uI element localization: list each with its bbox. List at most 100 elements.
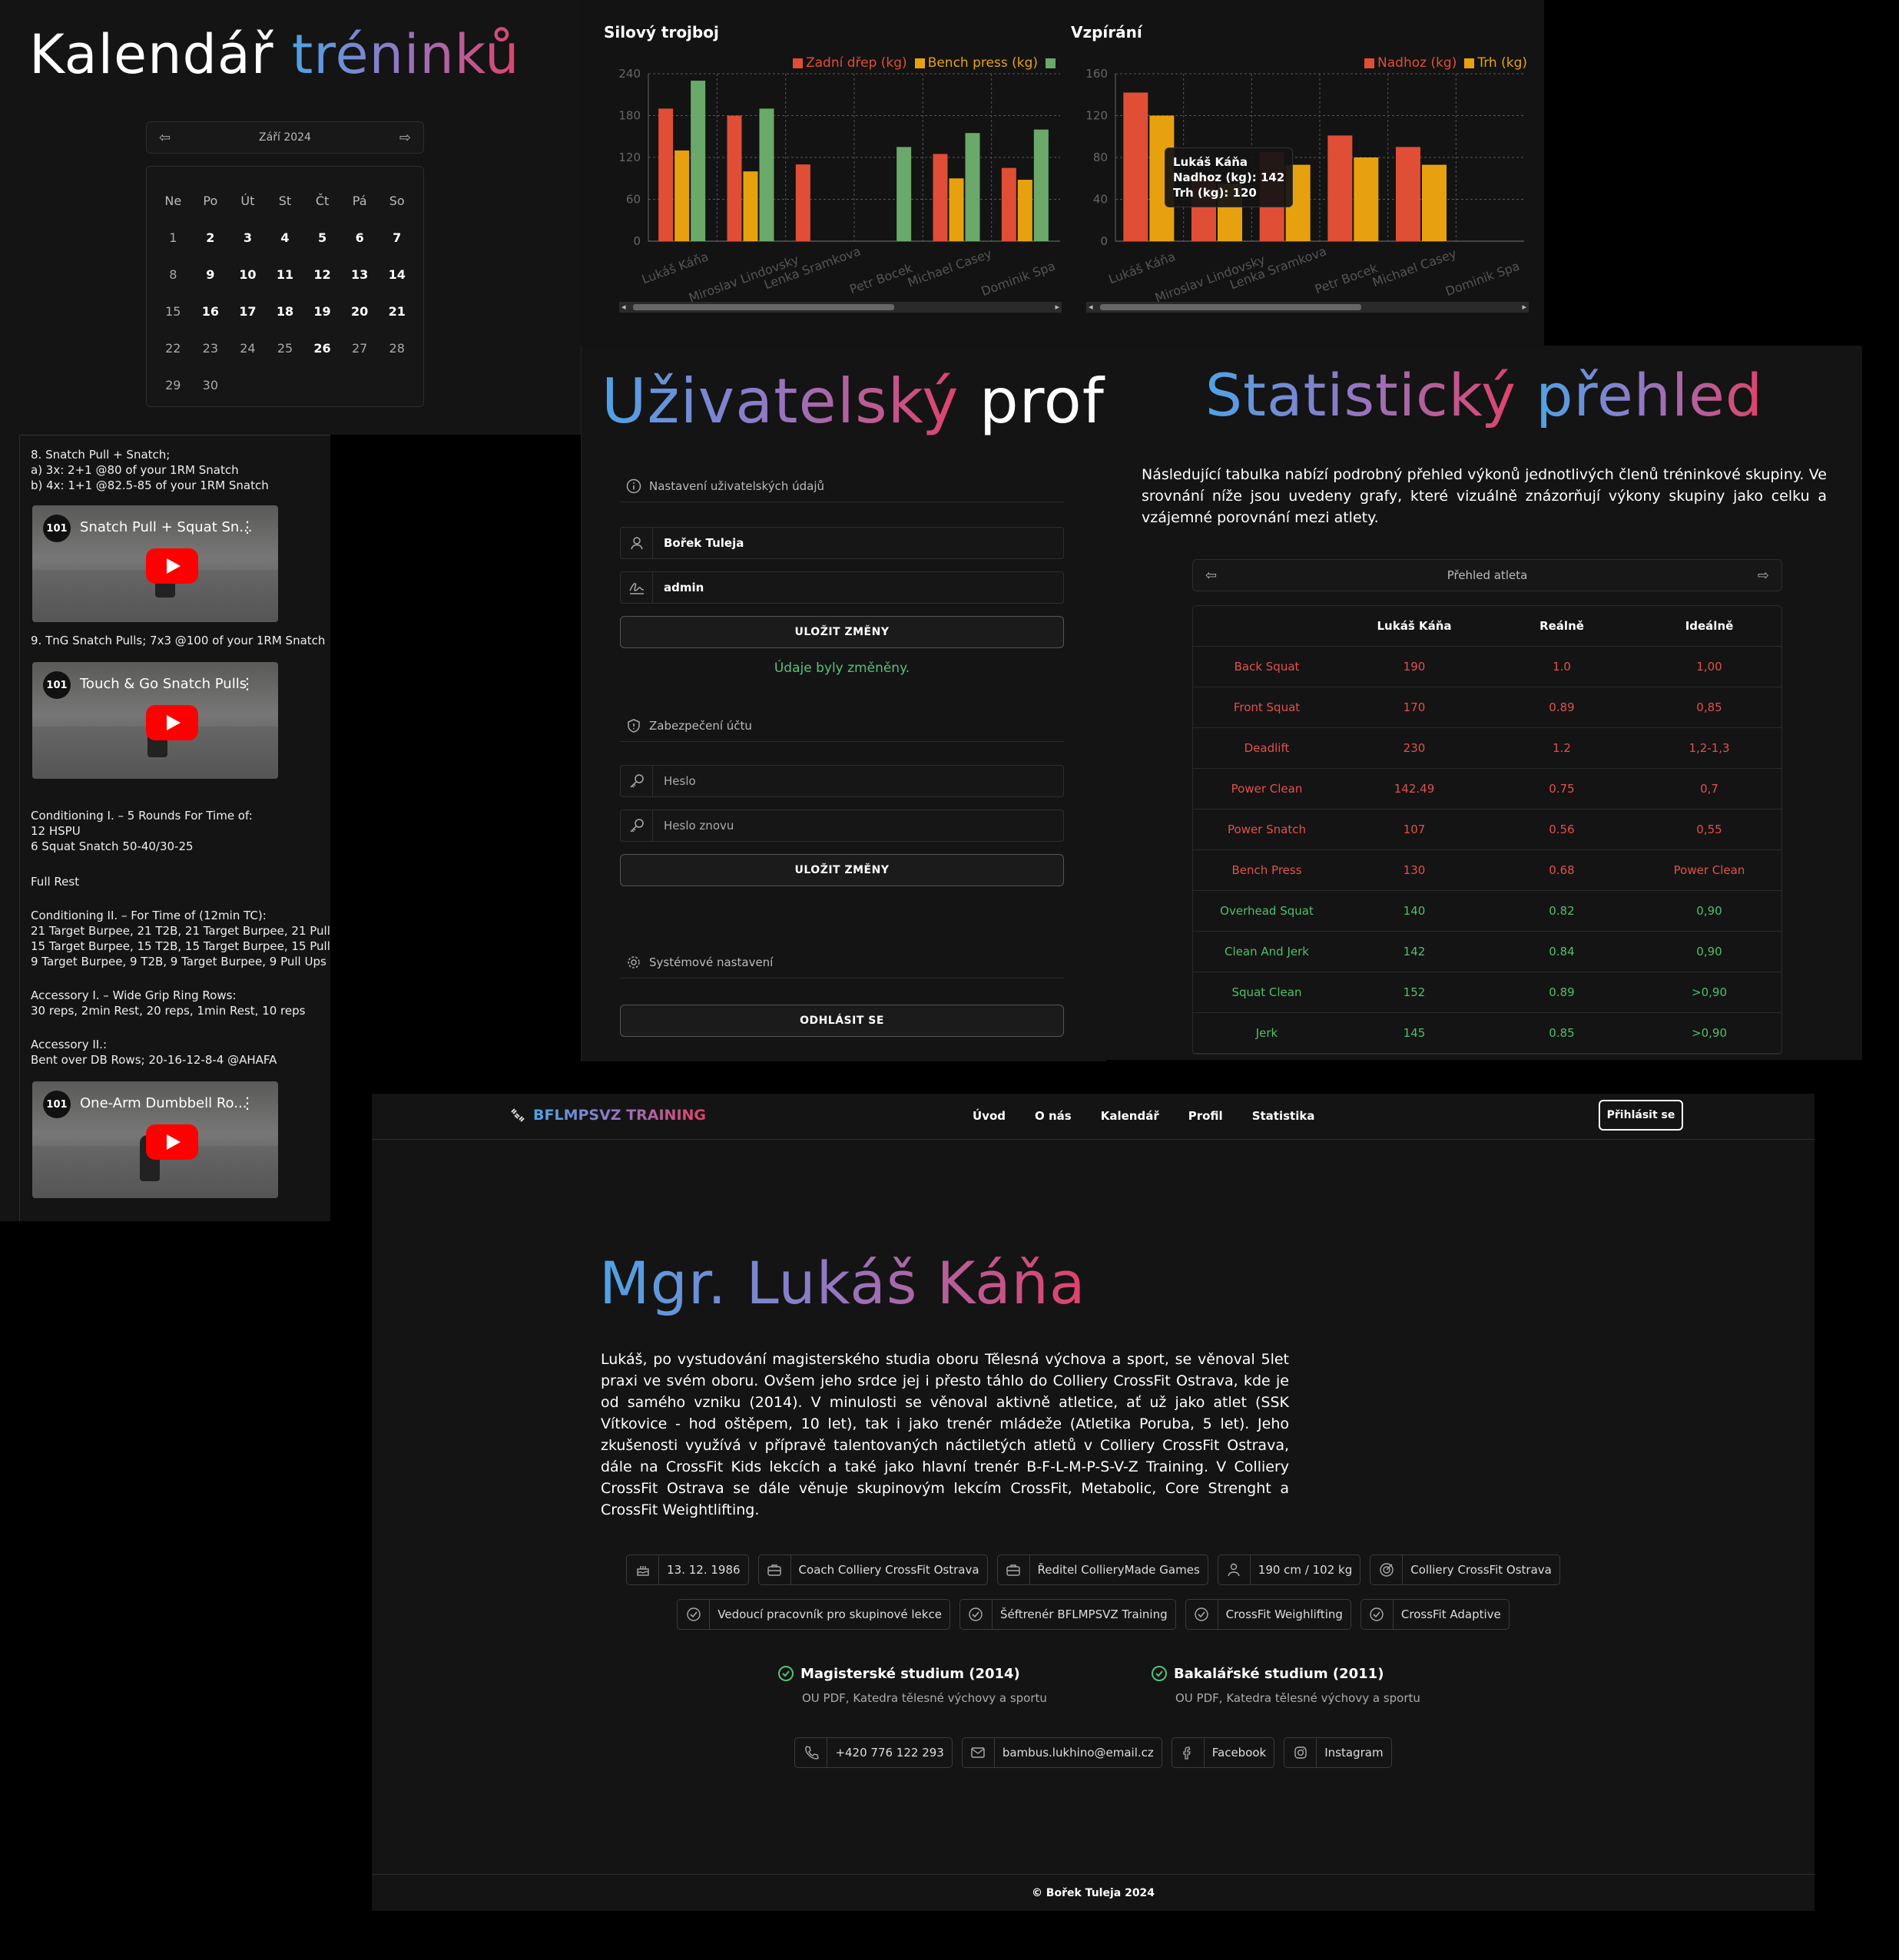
- calendar-day[interactable]: 9: [206, 267, 214, 282]
- more-options-icon[interactable]: ⋮: [240, 674, 255, 693]
- calendar-day[interactable]: 25: [277, 341, 293, 356]
- calendar-day[interactable]: 13: [351, 267, 368, 282]
- prev-month-icon[interactable]: ⇦: [159, 130, 171, 146]
- play-button-icon[interactable]: [146, 548, 198, 584]
- calendar-day[interactable]: 5: [318, 230, 326, 245]
- video-thumbnail[interactable]: 101 One-Arm Dumbbell Ro... ⋮: [32, 1081, 278, 1198]
- calendar-day[interactable]: 4: [280, 230, 289, 245]
- scroll-right-icon[interactable]: ▸: [1522, 302, 1526, 312]
- contact-chip[interactable]: bambus.lukhino@email.cz: [961, 1737, 1162, 1768]
- table-row: Power Clean 142.49 0.75 0,7: [1193, 769, 1781, 809]
- video-title[interactable]: One-Arm Dumbbell Ro...: [80, 1095, 247, 1111]
- y-tick-label: 0: [633, 234, 641, 248]
- password-field[interactable]: Heslo: [620, 765, 1064, 797]
- section-system: Systémové nastavení: [620, 946, 1064, 978]
- info-chip: Ředitel CollieryMade Games: [996, 1554, 1208, 1585]
- calendar-day[interactable]: 27: [352, 341, 367, 356]
- nav-link[interactable]: Kalendář: [1101, 1109, 1159, 1123]
- table-cell: 230: [1403, 741, 1426, 755]
- statistics-title-word2: přehled: [1536, 361, 1764, 429]
- chip-label: CrossFit Adaptive: [1400, 1607, 1501, 1621]
- password-confirm-placeholder[interactable]: Heslo znovu: [653, 819, 734, 833]
- brand-name[interactable]: BFLMPSVZ TRAINING: [533, 1107, 706, 1124]
- video-title[interactable]: Touch & Go Snatch Pulls: [80, 676, 247, 692]
- calendar-day[interactable]: 23: [203, 341, 218, 356]
- video-thumbnail[interactable]: 101 Snatch Pull + Squat Sn... ⋮: [32, 505, 278, 622]
- channel-avatar[interactable]: 101: [43, 515, 71, 542]
- bar: [795, 164, 810, 241]
- calendar-day[interactable]: 26: [313, 341, 330, 356]
- scrollbar-thumb[interactable]: [633, 304, 894, 310]
- calendar-day[interactable]: 8: [169, 267, 177, 282]
- calendar-day[interactable]: 21: [389, 304, 406, 319]
- save-button[interactable]: ULOŽIT ZMĚNY: [620, 616, 1064, 648]
- calendar-day[interactable]: 11: [277, 267, 293, 282]
- calendar-day[interactable]: 3: [244, 230, 252, 245]
- x-tick-label: Lukáš Káňa: [640, 249, 711, 286]
- channel-avatar[interactable]: 101: [43, 1091, 71, 1118]
- video-title[interactable]: Snatch Pull + Squat Sn...: [80, 519, 253, 535]
- table-cell: 0.82: [1549, 904, 1575, 918]
- calendar-day[interactable]: 12: [313, 267, 330, 282]
- nav-link[interactable]: O nás: [1035, 1109, 1072, 1123]
- prev-athlete-icon[interactable]: ⇦: [1205, 568, 1217, 584]
- name-value[interactable]: Bořek Tuleja: [653, 536, 744, 550]
- calendar-day[interactable]: 28: [389, 341, 405, 356]
- scroll-left-icon[interactable]: ◂: [1089, 302, 1093, 312]
- calendar-day[interactable]: 6: [356, 230, 364, 245]
- nav-link[interactable]: Statistika: [1252, 1109, 1315, 1123]
- check-icon: [678, 1600, 711, 1629]
- bar: [1354, 157, 1379, 241]
- scroll-right-icon[interactable]: ▸: [1055, 302, 1059, 312]
- calendar-day[interactable]: 29: [165, 378, 181, 392]
- calendar-day[interactable]: 16: [202, 304, 219, 319]
- calendar-day[interactable]: 18: [277, 304, 293, 319]
- calendar-day[interactable]: 24: [240, 341, 255, 356]
- password-confirm-field[interactable]: Heslo znovu: [620, 809, 1064, 842]
- table-cell: Overhead Squat: [1220, 904, 1314, 918]
- brand[interactable]: BFLMPSVZ TRAINING: [509, 1106, 706, 1124]
- info-chips-row: 13. 12. 1986 Coach Colliery CrossFit Ostr…: [372, 1554, 1814, 1585]
- contact-chip[interactable]: Instagram: [1284, 1737, 1392, 1768]
- profile-title-word1: Uživatelský: [602, 366, 959, 437]
- scrollbar-thumb[interactable]: [1100, 304, 1361, 310]
- nav-link[interactable]: Úvod: [973, 1109, 1006, 1123]
- contact-chip[interactable]: +420 776 122 293: [794, 1737, 953, 1768]
- channel-avatar[interactable]: 101: [43, 671, 71, 699]
- video-thumbnail[interactable]: 101 Touch & Go Snatch Pulls ⋮: [32, 662, 278, 779]
- more-options-icon[interactable]: ⋮: [240, 1094, 255, 1112]
- calendar-day[interactable]: 1: [169, 230, 177, 245]
- calendar-day[interactable]: 2: [206, 230, 214, 245]
- scroll-left-icon[interactable]: ◂: [621, 302, 626, 312]
- contact-chip[interactable]: Facebook: [1171, 1737, 1275, 1768]
- calendar-day[interactable]: 15: [165, 304, 181, 319]
- calendar-day[interactable]: 20: [351, 304, 368, 319]
- role-field[interactable]: admin: [620, 571, 1064, 604]
- role-value[interactable]: admin: [653, 581, 704, 594]
- contact-chips-row: +420 776 122 293 bambus.lukhino@email.cz F…: [372, 1737, 1814, 1768]
- play-button-icon[interactable]: [146, 1124, 198, 1160]
- logout-button[interactable]: ODHLÁSIT SE: [620, 1005, 1064, 1037]
- next-month-icon[interactable]: ⇨: [399, 130, 411, 146]
- chart-scrollbar[interactable]: ◂ ▸: [619, 302, 1062, 313]
- nav-link[interactable]: Profil: [1188, 1109, 1223, 1123]
- calendar-day[interactable]: 10: [239, 267, 256, 282]
- save-password-button[interactable]: ULOŽIT ZMĚNY: [620, 854, 1064, 886]
- play-button-icon[interactable]: [146, 705, 198, 740]
- name-field[interactable]: Bořek Tuleja: [620, 527, 1064, 559]
- chart-scrollbar[interactable]: ◂ ▸: [1086, 302, 1529, 313]
- more-options-icon[interactable]: ⋮: [240, 518, 255, 536]
- workout-block: Full Rest: [31, 875, 80, 889]
- calendar-day[interactable]: 14: [389, 267, 406, 282]
- y-tick-label: 240: [618, 67, 641, 81]
- table-cell: Jerk: [1255, 1026, 1278, 1040]
- calendar-day[interactable]: 22: [165, 341, 181, 356]
- login-button[interactable]: Přihlásit se: [1599, 1100, 1683, 1131]
- next-athlete-icon[interactable]: ⇨: [1758, 568, 1769, 584]
- calendar-day[interactable]: 19: [313, 304, 330, 319]
- password-placeholder[interactable]: Heslo: [653, 774, 696, 788]
- calendar-day[interactable]: 17: [239, 304, 256, 319]
- calendar-day[interactable]: 7: [393, 230, 401, 245]
- calendar-day[interactable]: 30: [203, 378, 218, 392]
- weekday-header: Po: [203, 193, 218, 208]
